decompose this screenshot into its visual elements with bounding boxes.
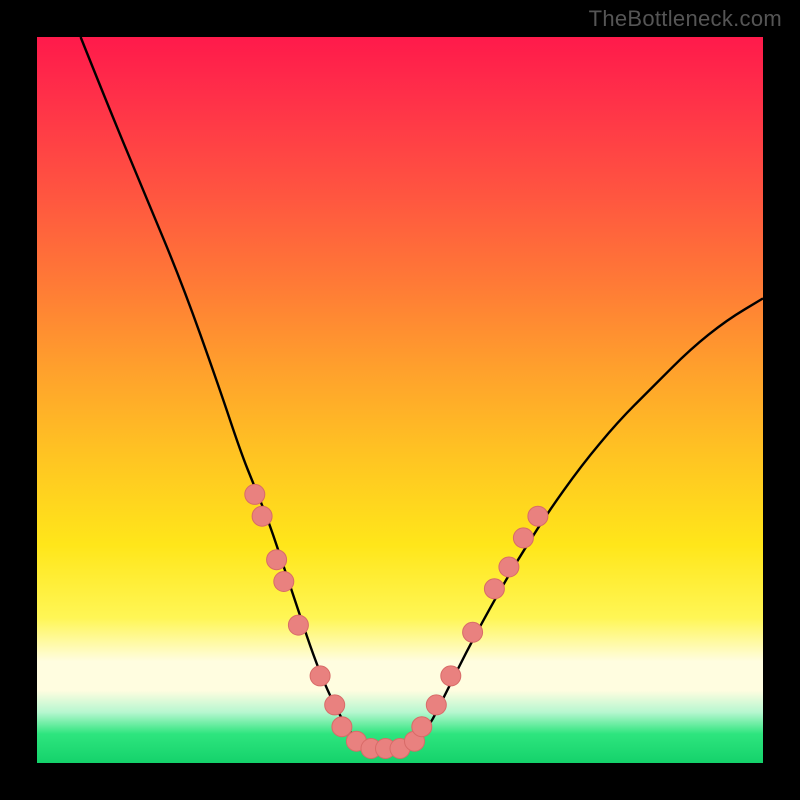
- chart-stage: TheBottleneck.com: [0, 0, 800, 800]
- marker-group: [245, 484, 548, 758]
- curve-marker: [267, 550, 287, 570]
- curve-layer: [37, 37, 763, 763]
- curve-marker: [245, 484, 265, 504]
- curve-marker: [463, 622, 483, 642]
- curve-marker: [325, 695, 345, 715]
- curve-marker: [310, 666, 330, 686]
- curve-marker: [274, 572, 294, 592]
- curve-marker: [252, 506, 272, 526]
- curve-marker: [528, 506, 548, 526]
- curve-marker: [426, 695, 446, 715]
- curve-marker: [288, 615, 308, 635]
- bottleneck-curve-path: [81, 37, 763, 749]
- watermark-label: TheBottleneck.com: [589, 6, 782, 32]
- curve-marker: [499, 557, 519, 577]
- curve-marker: [332, 717, 352, 737]
- curve-marker: [484, 579, 504, 599]
- curve-marker: [441, 666, 461, 686]
- curve-marker: [412, 717, 432, 737]
- plot-area: [37, 37, 763, 763]
- curve-marker: [513, 528, 533, 548]
